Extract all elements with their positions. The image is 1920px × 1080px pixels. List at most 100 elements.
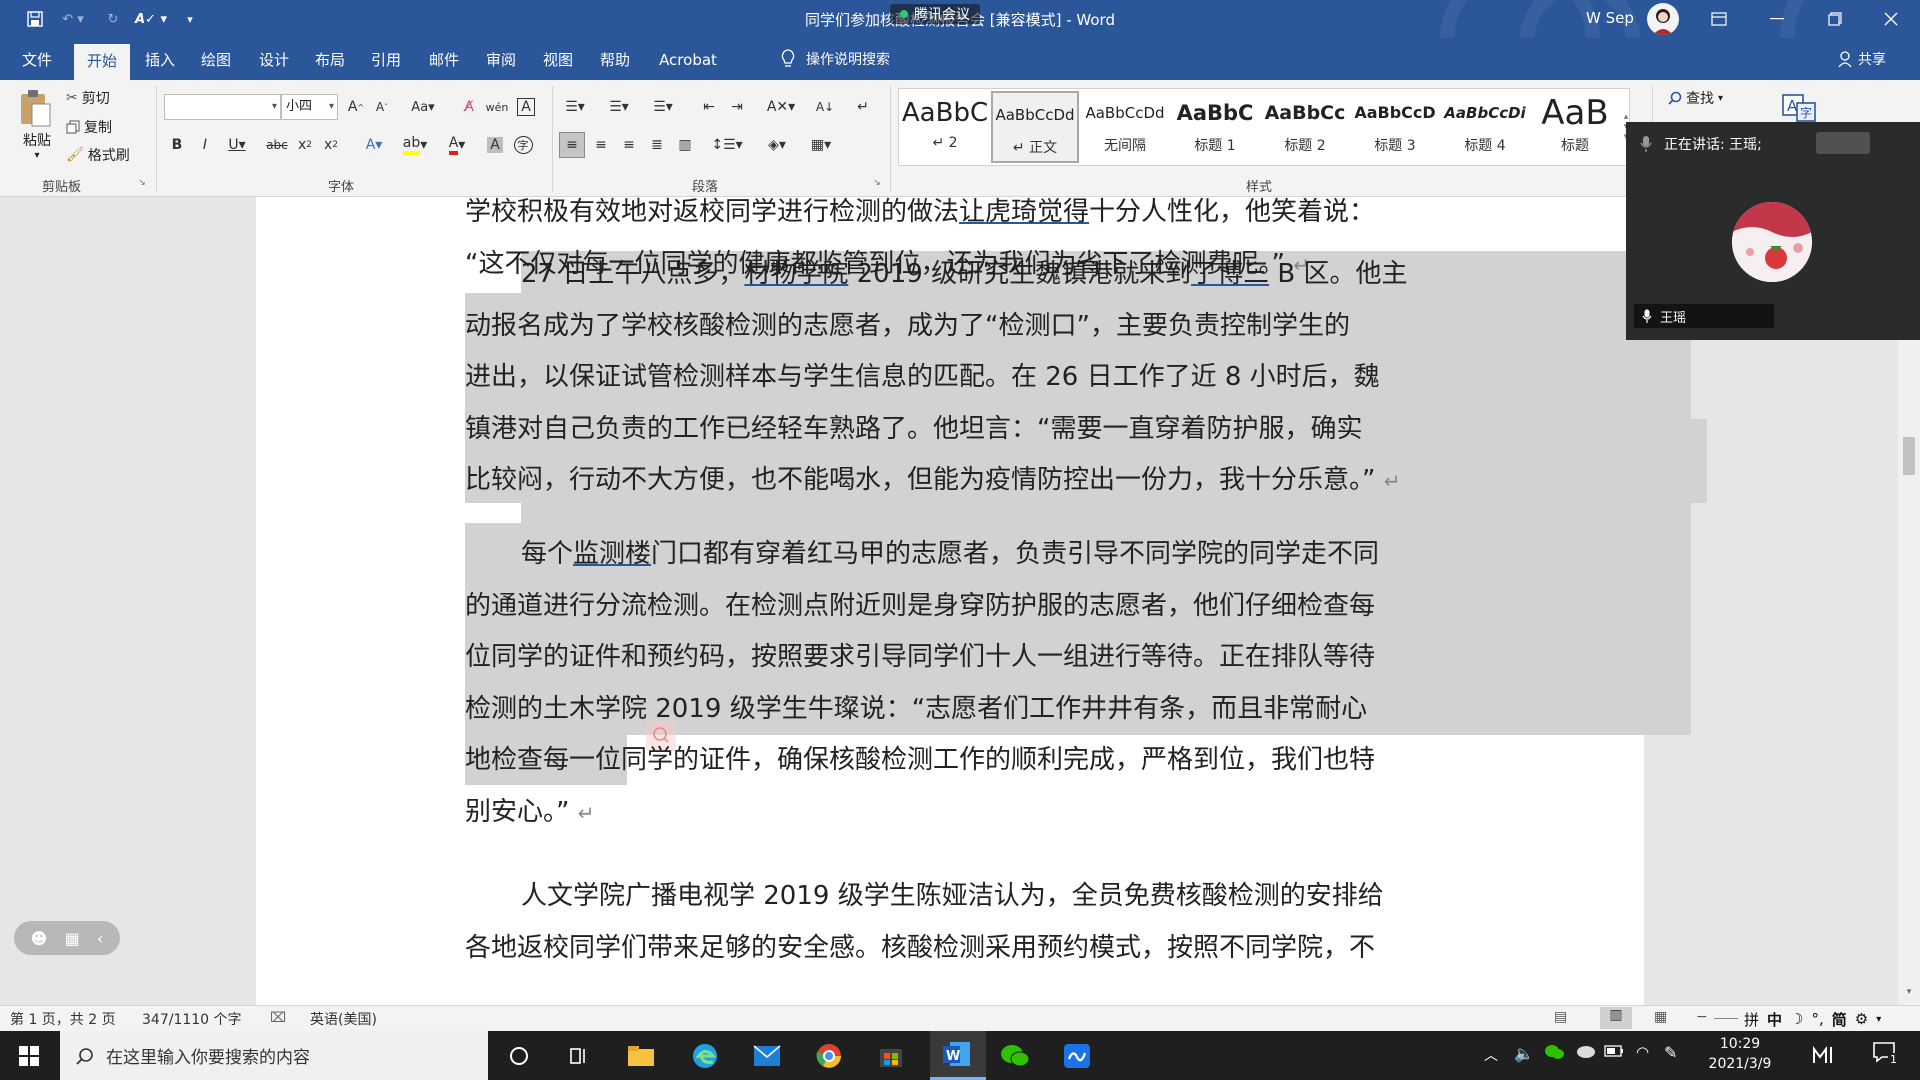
tab-draw[interactable]: 绘图	[192, 38, 240, 80]
numbering-icon[interactable]: ☰▾	[604, 96, 634, 118]
taskbar-search-box[interactable]: 在这里输入你要搜索的内容	[60, 1031, 488, 1080]
wifi-icon[interactable]: ◠	[1636, 1043, 1649, 1061]
style-item[interactable]: AaBbCcDd ↵ 正文	[991, 91, 1079, 163]
language-indicator[interactable]: 英语(美国)	[310, 1009, 377, 1029]
font-name-combo[interactable]: ▾	[164, 94, 281, 120]
style-item[interactable]: AaB 标题	[1531, 91, 1619, 163]
file-explorer-icon[interactable]	[624, 1039, 658, 1073]
cortana-icon[interactable]	[502, 1039, 536, 1073]
meet-now-icon[interactable]	[1812, 1043, 1836, 1065]
word-taskbar-button[interactable]: W	[930, 1031, 986, 1080]
format-painter-button[interactable]: 🖌 格式刷	[66, 145, 130, 165]
floating-toolbar[interactable]: ☻ ▦ ‹	[14, 921, 120, 955]
highlight-color-icon[interactable]: ab ▾	[398, 134, 432, 156]
find-button[interactable]: 查找 ▾	[1668, 88, 1723, 108]
collapse-icon[interactable]: ‹	[97, 929, 103, 948]
ime-mode[interactable]: 中	[1767, 1009, 1782, 1030]
copy-button[interactable]: 复制	[66, 117, 112, 137]
distributed-icon[interactable]: ▥	[674, 134, 696, 156]
tab-file[interactable]: 文件	[12, 38, 62, 80]
tab-mailings[interactable]: 邮件	[420, 38, 468, 80]
clipboard-launcher-icon[interactable]: ↘	[137, 178, 147, 188]
mail-icon[interactable]	[750, 1039, 784, 1073]
minimize-icon[interactable]	[1748, 0, 1806, 38]
chrome-icon[interactable]	[812, 1039, 846, 1073]
ribbon-display-options-icon[interactable]	[1690, 0, 1748, 38]
zoom-slider[interactable]	[1714, 1018, 1738, 1019]
action-center-icon[interactable]: 1	[1872, 1041, 1904, 1069]
style-item[interactable]: AaBbCcDi 标题 4	[1441, 91, 1529, 163]
italic-icon[interactable]: I	[194, 134, 216, 156]
tab-help[interactable]: 帮助	[591, 38, 639, 80]
tell-me-search[interactable]: 操作说明搜索	[780, 38, 890, 80]
translate-icon[interactable]: A字	[1780, 92, 1818, 124]
shading-icon[interactable]: ◈▾	[760, 134, 794, 156]
enclose-characters-icon[interactable]: 字	[512, 134, 534, 156]
ime-moon-icon[interactable]: ☽	[1790, 1010, 1803, 1028]
windows-start-icon[interactable]	[12, 1039, 46, 1073]
zoom-out-icon[interactable]: −	[1696, 1009, 1708, 1025]
avatar[interactable]	[1647, 3, 1679, 35]
emoji-icon[interactable]: ☻	[31, 929, 48, 948]
tab-review[interactable]: 审阅	[477, 38, 525, 80]
paste-button[interactable]: 粘贴 ▾	[18, 88, 56, 168]
onedrive-icon[interactable]	[1574, 1044, 1596, 1058]
store-icon[interactable]	[874, 1039, 908, 1073]
close-icon[interactable]	[1862, 0, 1920, 38]
wechat-icon[interactable]	[998, 1039, 1032, 1073]
ime-script[interactable]: 简	[1832, 1009, 1847, 1030]
bold-icon[interactable]: B	[166, 134, 188, 156]
tab-acrobat[interactable]: Acrobat	[652, 38, 724, 80]
align-center-icon[interactable]: ≡	[590, 134, 612, 156]
font-color-icon[interactable]: A ▾	[440, 134, 474, 156]
web-layout-icon[interactable]: ▦	[1654, 1009, 1667, 1025]
read-mode-icon[interactable]: ▤	[1554, 1009, 1567, 1025]
character-shading-icon[interactable]: A	[484, 134, 506, 156]
bullets-icon[interactable]: ☰▾	[560, 96, 590, 118]
scrollbar-thumb[interactable]	[1903, 437, 1915, 475]
tab-references[interactable]: 引用	[362, 38, 410, 80]
scroll-down-icon[interactable]: ▾	[1902, 987, 1916, 1003]
style-item[interactable]: AaBbCc 标题 2	[1261, 91, 1349, 163]
character-border-icon[interactable]: A	[515, 96, 537, 118]
tab-home[interactable]: 开始	[74, 44, 130, 80]
task-view-icon[interactable]	[562, 1039, 596, 1073]
clear-formatting-icon[interactable]: A̸	[458, 96, 480, 118]
sort-icon[interactable]: A↓	[814, 96, 836, 118]
style-item[interactable]: AaBbCcD 标题 3	[1351, 91, 1439, 163]
paragraph[interactable]: 人文学院广播电视学 2019 级学生陈娅洁认为，全员免费核酸检测的安排给 各地返…	[465, 871, 1433, 974]
multilevel-list-icon[interactable]: ☰▾	[648, 96, 678, 118]
user-name[interactable]: W Sep	[1586, 9, 1634, 27]
meeting-share-banner[interactable]: 腾讯会议	[890, 4, 980, 24]
volume-icon[interactable]: 🔈	[1514, 1044, 1534, 1063]
keyboard-icon[interactable]: ▦	[65, 929, 80, 948]
restore-icon[interactable]	[1806, 0, 1864, 38]
superscript-icon[interactable]: x2	[320, 134, 342, 156]
subscript-icon[interactable]: x2	[294, 134, 316, 156]
cut-button[interactable]: ✂ 剪切	[66, 88, 110, 108]
align-right-icon[interactable]: ≡	[618, 134, 640, 156]
page-count[interactable]: 第 1 页，共 2 页	[10, 1009, 116, 1029]
style-item[interactable]: AaBbC 标题 1	[1171, 91, 1259, 163]
tab-view[interactable]: 视图	[534, 38, 582, 80]
print-layout-icon[interactable]: ▥	[1600, 1007, 1632, 1029]
tab-design[interactable]: 设计	[250, 38, 298, 80]
tab-layout[interactable]: 布局	[306, 38, 354, 80]
text-effects-icon[interactable]: A▾	[358, 134, 390, 156]
paragraph[interactable]: 每个监测楼门口都有穿着红马甲的志愿者，负责引导不同学院的同学走不同 的通道进行分…	[465, 529, 1433, 839]
asian-layout-icon[interactable]: A✕▾	[764, 96, 798, 118]
ime-toolbar[interactable]: 拼 中 ☽ °, 简 ⚙ ▾	[1744, 1007, 1881, 1031]
change-case-icon[interactable]: Aa▾	[408, 96, 438, 118]
decrease-indent-icon[interactable]: ⇤	[698, 96, 720, 118]
paragraph-launcher-icon[interactable]: ↘	[872, 178, 882, 188]
pen-icon[interactable]: ✎	[1664, 1043, 1677, 1062]
line-spacing-icon[interactable]: ↕☰▾	[710, 134, 744, 156]
word-count[interactable]: 347/1110 个字	[142, 1009, 242, 1029]
edge-browser-icon[interactable]	[688, 1039, 722, 1073]
tab-insert[interactable]: 插入	[136, 38, 184, 80]
wechat-tray-icon[interactable]	[1544, 1043, 1564, 1061]
style-item[interactable]: AaBbC ↵ 2	[901, 91, 989, 163]
shrink-font-icon[interactable]: Aˇ	[371, 96, 393, 118]
ime-punctuation-icon[interactable]: °,	[1811, 1010, 1823, 1028]
show-formatting-marks-icon[interactable]: ↵	[852, 96, 874, 118]
